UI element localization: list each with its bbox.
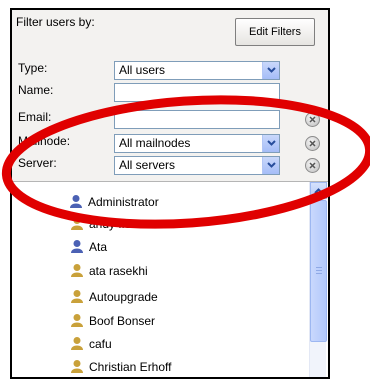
user-icon	[71, 290, 83, 303]
user-list-item[interactable]: cafu	[12, 333, 310, 355]
user-list-item[interactable]: Christian Erhoff	[12, 356, 310, 377]
user-list-item[interactable]: Administrator	[12, 191, 310, 213]
user-name: Autoupgrade	[89, 290, 158, 304]
user-name: Ata	[89, 240, 108, 254]
user-name: Administrator	[88, 195, 159, 209]
scroll-thumb[interactable]	[310, 200, 327, 342]
clear-mailnode-icon[interactable]	[305, 136, 320, 151]
type-select[interactable]: All users	[114, 61, 280, 80]
server-label: Server:	[18, 156, 57, 170]
user-list-item[interactable]: andy flower	[12, 213, 310, 235]
grip-line	[316, 267, 322, 268]
grip-line	[316, 270, 322, 271]
server-select[interactable]: All servers	[114, 156, 280, 175]
user-icon	[71, 217, 83, 230]
chevron-down-icon[interactable]	[262, 62, 279, 79]
user-list-item[interactable]: Boof Bonser	[12, 310, 310, 332]
admin-user-icon	[70, 195, 82, 208]
edit-filters-button[interactable]: Edit Filters	[235, 18, 315, 46]
user-list-item[interactable]: Autoupgrade	[12, 286, 310, 308]
vertical-scrollbar[interactable]	[309, 182, 327, 377]
user-icon	[71, 264, 83, 277]
email-label: Email:	[18, 110, 52, 124]
clear-server-icon[interactable]	[305, 158, 320, 173]
user-name: ata rasekhi	[89, 264, 148, 278]
user-icon	[71, 360, 83, 373]
mailnode-label: Mailnode:	[18, 134, 71, 148]
user-list-item[interactable]: ata rasekhi	[12, 260, 310, 282]
filter-title: Filter users by:	[16, 15, 95, 29]
scroll-up-icon[interactable]	[310, 182, 327, 199]
type-label: Type:	[18, 61, 48, 75]
user-list: Administrator andy flower Ata ata rasekh…	[12, 181, 328, 377]
grip-line	[316, 273, 322, 274]
filter-area: Filter users by: Edit Filters Type: All …	[12, 10, 328, 181]
chevron-down-icon[interactable]	[262, 157, 279, 174]
clear-email-icon[interactable]	[305, 112, 320, 127]
user-filter-panel: Filter users by: Edit Filters Type: All …	[10, 8, 330, 379]
server-select-value: All servers	[119, 158, 176, 172]
user-name: Boof Bonser	[89, 314, 156, 328]
user-list-item[interactable]: Ata	[12, 236, 310, 258]
mailnode-select-value: All mailnodes	[119, 136, 191, 150]
user-name: Christian Erhoff	[89, 360, 172, 374]
type-select-value: All users	[119, 63, 166, 77]
name-input[interactable]	[114, 83, 280, 102]
email-input[interactable]	[114, 110, 280, 129]
user-icon	[71, 337, 83, 350]
user-name: cafu	[89, 337, 112, 351]
chevron-down-icon[interactable]	[262, 135, 279, 152]
user-icon	[71, 314, 83, 327]
admin-user-icon	[71, 240, 83, 253]
name-label: Name:	[18, 83, 54, 97]
mailnode-select[interactable]: All mailnodes	[114, 134, 280, 153]
user-name: andy flower	[89, 217, 151, 231]
